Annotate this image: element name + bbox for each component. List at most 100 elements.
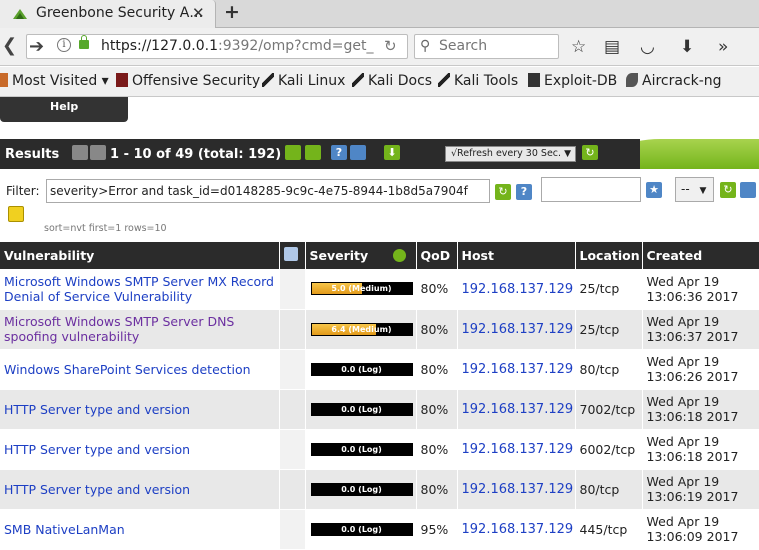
chevron-down-icon: ▼ [699,186,707,196]
qod-cell: 95% [415,509,457,550]
sort-text: sort=nvt first=1 rows=10 [44,223,167,234]
bookmark-most-visited[interactable]: Most Visited ▾ [0,73,109,89]
table-row: HTTP Server type and version 0.0 (Log) 80%… [0,469,759,510]
download-icon[interactable]: ⬇ [384,145,400,160]
vulnerability-link[interactable]: Microsoft Windows SMTP Server MX Record … [4,274,279,304]
save-filter-icon[interactable]: ★ [646,182,662,198]
location-cell: 445/tcp [574,509,642,550]
vulnerability-link[interactable]: Windows SharePoint Services detection [4,362,279,377]
downloads-icon[interactable]: ⬇ [680,37,694,57]
previous-page-icon[interactable] [90,145,106,160]
url-text[interactable]: https://127.0.0.1:9392/omp?cmd=get_ [101,38,374,54]
host-link[interactable]: 192.168.137.129 [462,362,574,377]
list-icon[interactable] [350,145,366,160]
col-severity[interactable]: Severity [304,242,416,269]
vulnerability-link[interactable]: HTTP Server type and version [4,402,279,417]
created-date: Wed Apr 19 [646,474,720,489]
overrides-toggle-icon[interactable] [393,249,407,262]
host-cell: 192.168.137.129 [456,269,575,310]
forward-icon[interactable]: ➔ [29,36,44,57]
table-row: Microsoft Windows SMTP Server MX Record … [0,269,759,310]
filter-name-input[interactable] [541,177,641,202]
location-cell: 25/tcp [574,269,642,310]
help-icon[interactable]: ? [331,145,347,160]
created-cell: Wed Apr 19 13:06:36 2017 [641,269,759,310]
bookmarks-toolbar: Most Visited ▾ Offensive Security Kali L… [0,67,759,97]
host-link[interactable]: 192.168.137.129 [462,442,574,457]
col-host[interactable]: Host [456,242,575,269]
created-time: 13:06:18 2017 [646,409,739,424]
bookmark-offensive-security[interactable]: Offensive Security [116,73,260,89]
reload-icon[interactable]: ↻ [384,37,397,55]
col-created[interactable]: Created [641,242,759,269]
severity-cell: 0.0 (Log) [304,429,416,470]
vulnerability-cell: Microsoft Windows SMTP Server MX Record … [0,269,279,310]
table-row: SMB NativeLanMan 0.0 (Log) 95% 192.168.137.… [0,509,759,550]
host-cell: 192.168.137.129 [456,389,575,430]
created-cell: Wed Apr 19 13:06:18 2017 [641,429,759,470]
browser-tab[interactable]: Greenbone Security A… ✕ [0,0,216,28]
pocket-icon[interactable]: ◡ [640,37,655,57]
host-cell: 192.168.137.129 [456,349,575,390]
host-link[interactable]: 192.168.137.129 [462,322,574,337]
search-bar[interactable]: ⚲ [414,34,559,59]
refresh-icon[interactable]: ↻ [582,145,598,160]
severity-cell: 0.0 (Log) [304,349,416,390]
tab-close-icon[interactable]: ✕ [192,4,205,22]
filter-list-icon[interactable] [740,182,756,198]
search-input[interactable] [439,38,549,54]
last-page-icon[interactable] [305,145,321,160]
severity-bar: 0.0 (Log) [310,442,413,456]
reading-list-icon[interactable]: ▤ [604,37,620,57]
vulnerability-link[interactable]: SMB NativeLanMan [4,522,279,537]
severity-label: 0.0 (Log) [341,444,382,454]
new-filter-icon[interactable] [8,206,24,222]
vulnerability-link[interactable]: Microsoft Windows SMTP Server DNS spoofi… [4,314,279,344]
vulnerability-link[interactable]: HTTP Server type and version [4,482,279,497]
filter-help-icon[interactable]: ? [516,184,532,200]
col-qod[interactable]: QoD [415,242,457,269]
filter-input[interactable]: severity>Error and task_id=d0148285-9c9c… [46,179,490,203]
severity-bar: 6.4 (Medium) [310,322,413,336]
severity-cell: 0.0 (Log) [304,389,416,430]
col-location[interactable]: Location [574,242,642,269]
bookmark-exploit-db[interactable]: Exploit-DB [528,73,617,89]
bookmark-kali-linux[interactable]: Kali Linux [262,73,345,89]
filter-select[interactable]: -- ▼ [675,177,714,202]
bookmark-kali-docs[interactable]: Kali Docs [352,73,432,89]
host-link[interactable]: 192.168.137.129 [462,522,574,537]
kali-dragon-icon [352,73,364,87]
load-filter-icon[interactable]: ↻ [720,182,736,198]
help-menu[interactable]: Help [0,97,128,122]
bookmark-aircrack-ng[interactable]: Aircrack-ng [626,73,722,89]
created-date: Wed Apr 19 [646,314,720,329]
info-icon[interactable]: i [57,38,71,52]
next-page-icon[interactable] [285,145,301,160]
apply-filter-icon[interactable]: ↻ [495,184,511,200]
severity-bar: 0.0 (Log) [310,482,413,496]
vulnerability-link[interactable]: HTTP Server type and version [4,442,279,457]
severity-bar: 0.0 (Log) [310,522,413,536]
created-time: 13:06:19 2017 [646,489,739,504]
bookmark-star-icon[interactable]: ☆ [571,37,586,57]
url-bar[interactable]: ➔ i https://127.0.0.1:9392/omp?cmd=get_ … [26,34,408,59]
help-label: Help [50,100,79,113]
bookmark-kali-tools[interactable]: Kali Tools [438,73,518,89]
location-cell: 7002/tcp [574,389,642,430]
vulnerability-cell: Microsoft Windows SMTP Server DNS spoofi… [0,309,279,350]
new-tab-icon[interactable]: + [224,1,240,23]
col-vulnerability[interactable]: Vulnerability [0,242,279,269]
created-date: Wed Apr 19 [646,273,720,289]
overflow-menu-icon[interactable]: » [718,37,728,57]
host-link[interactable]: 192.168.137.129 [462,282,574,297]
auto-refresh-select[interactable]: √Refresh every 30 Sec. ▼ [445,146,576,162]
created-date: Wed Apr 19 [646,354,720,369]
first-page-icon[interactable] [72,145,88,160]
tab-bar: Greenbone Security A… ✕ + [0,0,759,28]
qod-cell: 80% [415,469,457,510]
host-link[interactable]: 192.168.137.129 [462,482,574,497]
host-link[interactable]: 192.168.137.129 [462,402,574,417]
back-icon[interactable]: ❮ [2,35,17,56]
severity-label: 0.0 (Log) [341,524,382,534]
host-cell: 192.168.137.129 [456,309,575,350]
